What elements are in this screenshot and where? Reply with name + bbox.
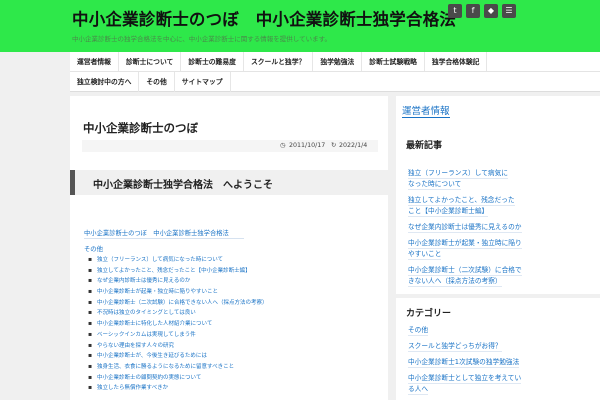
list-item[interactable]: 不況時は独立のタイミングとしては良い: [88, 308, 268, 319]
nav-item-admin[interactable]: 運営者情報: [70, 52, 119, 71]
admin-info-link[interactable]: 運営者情報: [402, 103, 450, 118]
recent-post-item[interactable]: 中小企業診断士が起業・独立時に陥り やすいこと: [408, 238, 522, 260]
nav-item-study[interactable]: 独学勉強法: [313, 52, 363, 71]
categories-title: カテゴリー: [406, 309, 452, 319]
category-item[interactable]: 中小企業診断士として独立を考えてい る人へ: [408, 373, 522, 395]
rss-icon[interactable]: ☰: [502, 4, 516, 18]
list-item[interactable]: ベーシックインカムは実現してしまう件: [88, 330, 268, 341]
post-meta: ◷ 2011/10/17 ↻ 2022/1/4: [82, 140, 378, 152]
clock-icon: ◷: [280, 142, 286, 149]
twitter-icon[interactable]: t: [448, 4, 462, 18]
post-list: 独立（フリーランス）して病気になった時について 独立してよかったこと、残念だった…: [88, 255, 268, 394]
nav-item-independent[interactable]: 独立検討中の方へ: [70, 72, 140, 92]
list-item[interactable]: 独身生活、衣食に勝るようになるために留意すべきこと: [88, 362, 268, 373]
list-item[interactable]: やらない理由を探す人々の研究: [88, 341, 268, 352]
recent-post-item[interactable]: なぜ企業内診断士は優秀に見えるのか: [408, 222, 522, 233]
recent-post-item[interactable]: 中小企業診断士（二次試験）に合格で きない人へ（採点方法の考察）: [408, 265, 522, 287]
category-item[interactable]: その他: [408, 325, 521, 336]
nav-item-about[interactable]: 診断士について: [119, 52, 182, 71]
feedly-icon[interactable]: ◆: [484, 4, 498, 18]
nav-item-sitemap[interactable]: サイトマップ: [175, 72, 231, 92]
list-item[interactable]: 中小企業診断士が、今後生き延びるためには: [88, 351, 268, 362]
nav-item-difficulty[interactable]: 診断士の難易度: [181, 52, 244, 71]
breadcrumb-divider: [84, 238, 244, 239]
recent-posts-list: 独立（フリーランス）して病気に なった時について 独立してよかったこと、残念だった…: [408, 168, 522, 292]
post-date: 2011/10/17: [289, 142, 326, 149]
category-item[interactable]: 中小企業診断士1次試験の独学勉強法: [408, 357, 521, 368]
recent-post-item[interactable]: 独立（フリーランス）して病気に なった時について: [408, 168, 522, 190]
site-header: 中小企業診断士のつぼ 中小企業診断士独学合格法 中小企業診断士の独学合格法を中心…: [0, 0, 600, 52]
list-item[interactable]: 中小企業診断士（二次試験）に合格できない人へ（採点方法の考察）: [88, 298, 268, 309]
recent-post-item[interactable]: 独立してよかったこと、残念だった こと【中小企業診断士編】: [408, 195, 522, 217]
section-heading: 中小企業診断士独学合格法 へようこそ: [70, 170, 388, 195]
list-item[interactable]: 独立（フリーランス）して病気になった時について: [88, 255, 268, 266]
nav-row-1: 運営者情報 診断士について 診断士の難易度 スクールと独学？ 独学勉強法 診断士…: [70, 52, 600, 72]
sidebar: 運営者情報 最新記事 独立（フリーランス）して病気に なった時について 独立してよ…: [396, 96, 600, 400]
main-content: 中小企業診断士のつぼ ◷ 2011/10/17 ↻ 2022/1/4 中小企業診…: [70, 96, 388, 400]
refresh-icon: ↻: [331, 142, 337, 149]
list-item[interactable]: 中小企業診断士に特化した人材紹介業について: [88, 319, 268, 330]
recent-posts-title: 最新記事: [406, 141, 443, 151]
nav-item-other[interactable]: その他: [139, 72, 175, 92]
site-tagline: 中小企業診断士の独学合格法を中心に、中小企業診断士に関する情報を提供しています。: [72, 35, 331, 43]
list-item[interactable]: 独立したら無償作業すべきか: [88, 383, 268, 394]
nav-item-experience[interactable]: 独学合格体験記: [425, 52, 488, 71]
breadcrumb[interactable]: 中小企業診断士のつぼ 中小企業診断士独学合格法: [84, 228, 229, 237]
nav-item-school[interactable]: スクールと独学？: [244, 52, 314, 71]
list-item[interactable]: 中小企業診断士の顧問契約の実態について: [88, 373, 268, 384]
facebook-icon[interactable]: f: [466, 4, 480, 18]
categories-list: その他 スクールと独学どっちがお得？ 中小企業診断士1次試験の独学勉強法 中小企…: [408, 325, 522, 400]
social-links: t f ◆ ☰: [448, 4, 516, 18]
list-item[interactable]: なぜ企業内診断士は優秀に見えるのか: [88, 276, 268, 287]
post-title: 中小企業診断士のつぼ: [83, 121, 198, 135]
update-date: 2022/1/4: [339, 142, 368, 149]
nav-item-strategy[interactable]: 診断士試験戦略: [362, 52, 425, 71]
sidebar-widget-categories: カテゴリー その他 スクールと独学どっちがお得？ 中小企業診断士1次試験の独学勉…: [396, 298, 600, 400]
main-nav: 運営者情報 診断士について 診断士の難易度 スクールと独学？ 独学勉強法 診断士…: [70, 52, 600, 92]
list-item[interactable]: 独立してよかったこと、残念だったこと【中小企業診断士編】: [88, 266, 268, 277]
sidebar-widget-recent: 運営者情報 最新記事 独立（フリーランス）して病気に なった時について 独立してよ…: [396, 96, 600, 294]
nav-row-2: 独立検討中の方へ その他 サイトマップ: [70, 72, 600, 92]
list-item[interactable]: 中小企業診断士が起業・独立時に陥りやすいこと: [88, 287, 268, 298]
section-heading-text: 中小企業診断士独学合格法 へようこそ: [93, 180, 273, 191]
site-title[interactable]: 中小企業診断士のつぼ 中小企業診断士独学合格法: [72, 6, 456, 30]
category-item[interactable]: スクールと独学どっちがお得？: [408, 341, 521, 352]
category-link[interactable]: その他: [84, 244, 103, 253]
